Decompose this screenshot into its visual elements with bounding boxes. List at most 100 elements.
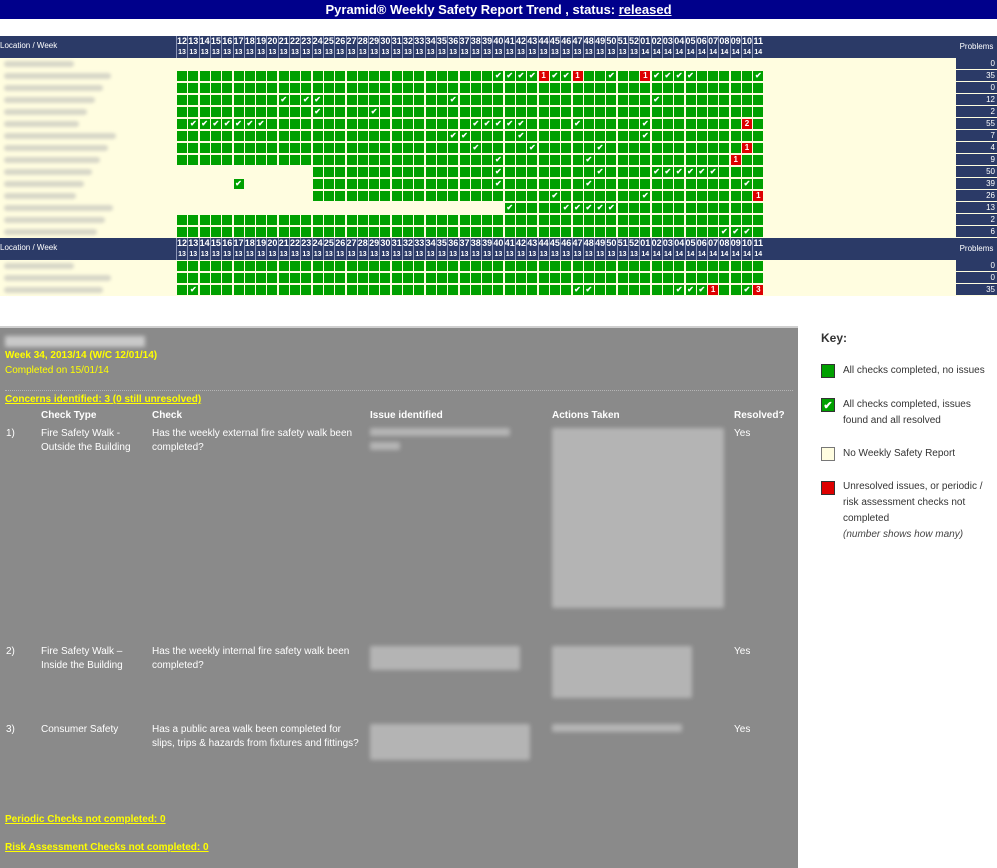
cell-complete[interactable] [369,179,380,189]
cell-complete[interactable] [538,83,549,93]
cell-complete[interactable] [323,143,334,153]
cell-complete[interactable] [617,155,628,165]
cell-complete[interactable] [414,261,425,271]
cell-complete[interactable] [685,227,696,237]
cell-complete[interactable] [651,155,662,165]
cell-complete[interactable] [742,155,752,165]
cell-complete[interactable] [323,191,334,201]
cell-complete[interactable] [346,119,357,129]
cell-complete[interactable] [742,215,752,225]
cell-resolved[interactable]: ✔ [572,285,583,295]
cell-complete[interactable] [222,107,233,117]
cell-complete[interactable] [222,71,233,81]
cell-complete[interactable] [256,107,267,117]
cell-complete[interactable] [335,83,346,93]
cell-complete[interactable] [256,131,267,141]
cell-complete[interactable] [516,203,526,213]
cell-resolved[interactable]: ✔ [188,285,199,295]
cell-complete[interactable] [719,285,730,295]
week-column-header[interactable]: 22 13 [289,36,300,58]
cell-complete[interactable] [301,215,312,225]
cell-complete[interactable] [482,71,493,81]
cell-complete[interactable] [369,191,380,201]
cell-complete[interactable] [662,131,673,141]
cell-complete[interactable] [335,285,346,295]
cell-resolved[interactable]: ✔ [233,179,244,189]
cell-resolved[interactable]: ✔ [640,191,651,201]
cell-complete[interactable] [391,95,402,105]
cell-complete[interactable] [244,131,255,141]
cell-complete[interactable] [267,143,278,153]
cell-resolved[interactable]: ✔ [516,131,526,141]
cell-complete[interactable] [222,143,233,153]
cell-complete[interactable] [549,95,560,105]
cell-complete[interactable] [527,273,538,283]
cell-complete[interactable] [425,273,436,283]
cell-complete[interactable] [177,131,187,141]
cell-complete[interactable] [346,167,357,177]
cell-complete[interactable] [527,107,538,117]
cell-unresolved[interactable]: 1 [572,71,583,81]
cell-complete[interactable] [425,155,436,165]
cell-complete[interactable] [414,167,425,177]
cell-complete[interactable] [516,227,526,237]
cell-complete[interactable] [312,285,323,295]
cell-complete[interactable] [199,227,210,237]
cell-complete[interactable] [538,155,549,165]
cell-complete[interactable] [561,179,572,189]
cell-complete[interactable] [696,215,707,225]
cell-complete[interactable] [425,215,436,225]
cell-complete[interactable] [651,273,662,283]
cell-complete[interactable] [233,273,244,283]
cell-complete[interactable] [549,215,560,225]
cell-complete[interactable] [549,155,560,165]
cell-resolved[interactable]: ✔ [516,119,526,129]
cell-complete[interactable] [290,83,300,93]
cell-complete[interactable] [425,191,436,201]
cell-complete[interactable] [617,203,628,213]
cell-complete[interactable] [335,119,346,129]
week-column-header[interactable]: 19 13 [255,36,266,58]
cell-complete[interactable] [436,71,447,81]
cell-complete[interactable] [256,273,267,283]
cell-complete[interactable] [617,191,628,201]
cell-complete[interactable] [719,179,730,189]
cell-complete[interactable] [629,179,639,189]
cell-complete[interactable] [357,215,368,225]
cell-complete[interactable] [527,261,538,271]
week-column-header[interactable]: 28 13 [356,36,368,58]
cell-complete[interactable] [267,107,278,117]
cell-complete[interactable] [561,119,572,129]
cell-unresolved[interactable]: 1 [538,71,549,81]
cell-complete[interactable] [199,71,210,81]
cell-complete[interactable] [278,71,289,81]
cell-complete[interactable] [651,215,662,225]
cell-complete[interactable] [391,119,402,129]
cell-resolved[interactable]: ✔ [651,71,662,81]
cell-complete[interactable] [436,119,447,129]
cell-complete[interactable] [177,83,187,93]
week-column-header[interactable]: 51 13 [616,238,628,260]
cell-complete[interactable] [516,95,526,105]
cell-complete[interactable] [210,215,221,225]
concerns-link[interactable]: Concerns identified: 3 (0 still unresolv… [5,394,201,405]
week-column-header[interactable]: 42 13 [515,36,526,58]
cell-complete[interactable] [493,273,504,283]
cell-complete[interactable] [538,107,549,117]
cell-complete[interactable] [335,95,346,105]
cell-complete[interactable] [504,273,515,283]
cell-complete[interactable] [742,273,752,283]
cell-complete[interactable] [629,167,639,177]
cell-resolved[interactable]: ✔ [233,119,244,129]
cell-complete[interactable] [730,285,741,295]
cell-complete[interactable] [527,95,538,105]
cell-complete[interactable] [527,119,538,129]
cell-complete[interactable] [640,203,651,213]
cell-complete[interactable] [470,285,481,295]
cell-complete[interactable] [617,179,628,189]
cell-resolved[interactable]: ✔ [606,203,617,213]
cell-complete[interactable] [617,119,628,129]
cell-complete[interactable] [516,167,526,177]
cell-complete[interactable] [323,261,334,271]
cell-complete[interactable] [549,203,560,213]
